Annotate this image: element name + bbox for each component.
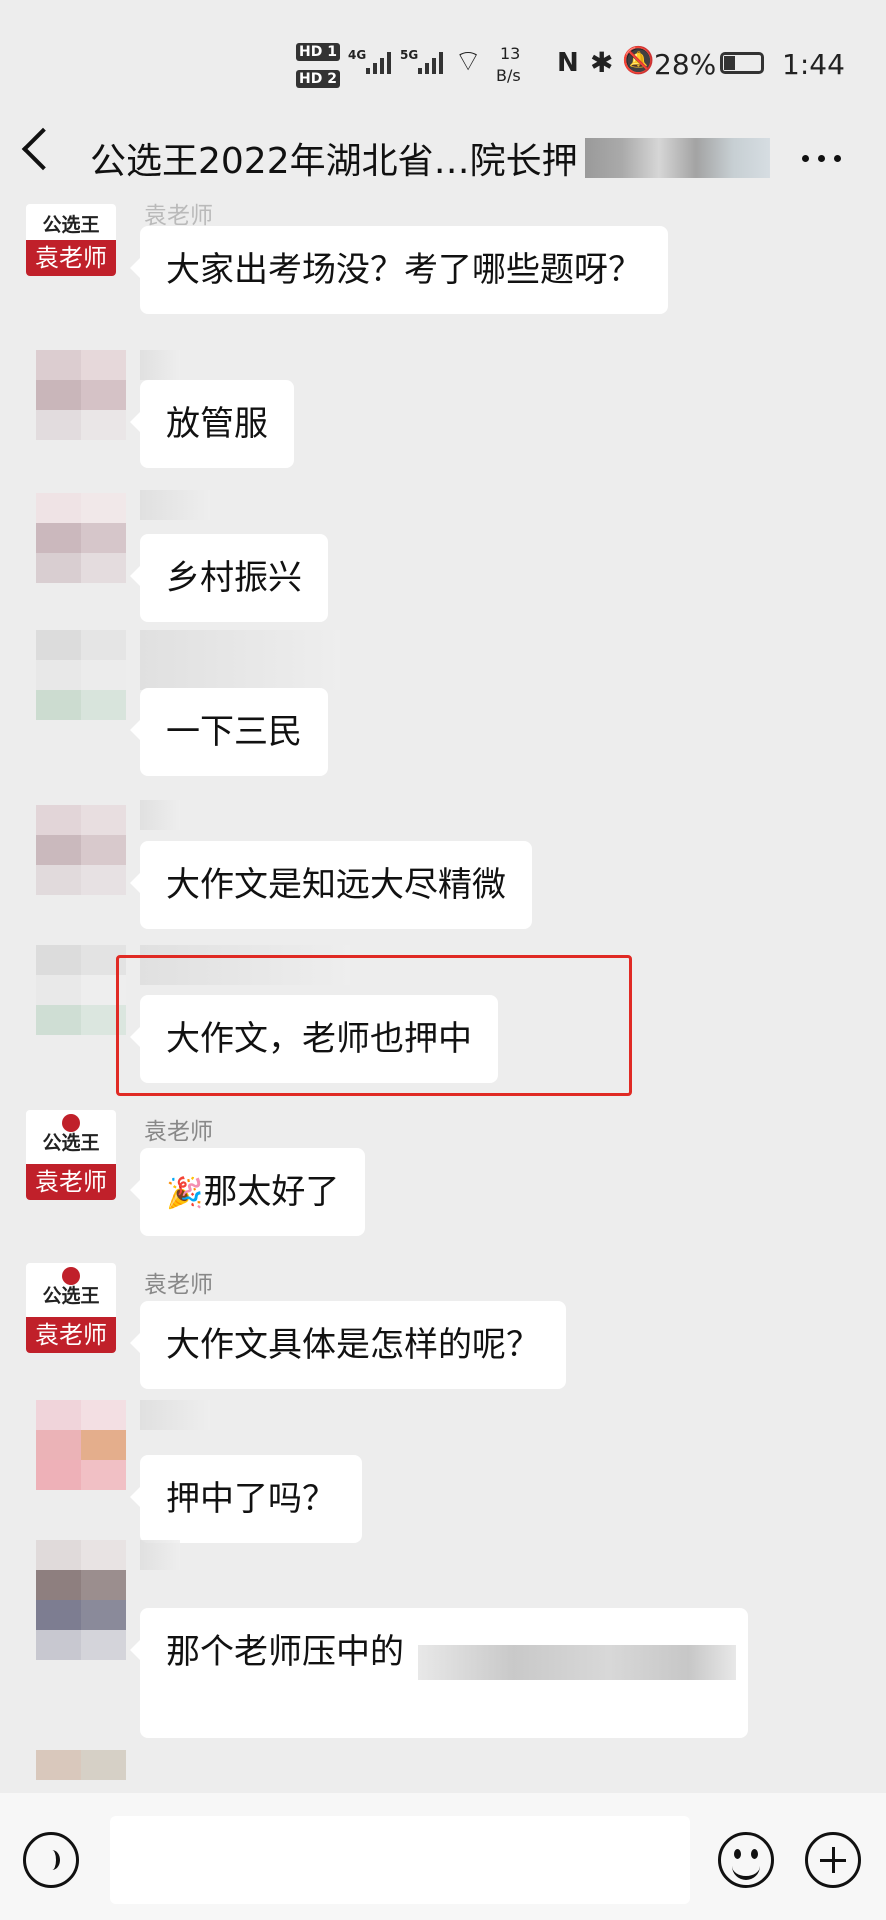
message-text: 那太好了: [203, 1172, 340, 1212]
sender-name: 袁老师: [144, 1272, 213, 1298]
message-bubble[interactable]: 放管服: [130, 380, 294, 468]
voice-icon[interactable]: [23, 1832, 79, 1888]
avatar[interactable]: [26, 1400, 126, 1490]
avatar[interactable]: [26, 630, 126, 720]
avatar-tag: 袁老师: [26, 240, 116, 276]
message-bubble[interactable]: 一下三民: [130, 688, 328, 776]
mute-bell-icon: 🔕: [622, 46, 655, 76]
brand-logo-icon: [62, 1114, 80, 1132]
signal-2-icon: [418, 52, 443, 74]
network-5g-label: 5G: [400, 48, 419, 62]
net-speed-value: 13: [500, 44, 521, 63]
nfc-icon: N: [557, 48, 579, 78]
message-blur: [418, 1645, 736, 1680]
sender-name-blur: [140, 1400, 210, 1430]
clock: 1:44: [782, 48, 845, 81]
avatar[interactable]: [26, 493, 126, 583]
message-bubble[interactable]: 大作文具体是怎样的呢？: [130, 1301, 566, 1389]
message-input[interactable]: [110, 1816, 690, 1904]
status-bar: HD 1 HD 2 4G 5G ⌔ 13 B/s N ✱ 🔕 28% 1:44: [0, 0, 886, 130]
hd2-badge: HD 2: [296, 70, 340, 88]
wifi-icon: ⌔: [454, 44, 483, 79]
message-bubble[interactable]: 大家出考场没？考了哪些题呀？: [130, 226, 668, 314]
sender-name: 袁老师: [144, 203, 213, 229]
highlight-box: [116, 955, 632, 1096]
emoji-icon[interactable]: [718, 1832, 774, 1888]
avatar[interactable]: [26, 1540, 126, 1660]
title-blur: [585, 138, 770, 178]
sender-name: 袁老师: [144, 1119, 213, 1145]
sender-name-blur: [140, 490, 210, 520]
message-bubble[interactable]: 🎉那太好了: [129, 1148, 366, 1236]
avatar-tag: 袁老师: [26, 1317, 116, 1353]
battery-icon: [720, 52, 764, 74]
network-4g-label: 4G: [348, 48, 367, 62]
avatar[interactable]: 公选王 袁老师: [26, 1263, 116, 1353]
hd1-badge: HD 1: [296, 43, 340, 61]
avatar[interactable]: 公选王 袁老师: [26, 204, 116, 276]
party-popper-emoji: 🎉: [166, 1176, 204, 1211]
sender-name-blur: [140, 1540, 180, 1570]
brand-logo-icon: [62, 1267, 80, 1285]
sender-name-blur: [140, 350, 180, 380]
avatar[interactable]: [26, 805, 126, 895]
avatar[interactable]: [26, 350, 126, 440]
battery-fill: [724, 56, 735, 70]
signal-1-icon: [366, 52, 391, 74]
plus-icon[interactable]: [805, 1832, 861, 1888]
message-bubble[interactable]: 押中了吗？: [130, 1455, 362, 1543]
sender-name-blur: [140, 630, 340, 690]
message-bubble[interactable]: 大作文是知远大尽精微: [130, 841, 532, 929]
chat-title: 公选王2022年湖北省…院长押: [90, 141, 578, 182]
avatar[interactable]: [26, 1750, 126, 1790]
avatar-brand: 公选王: [26, 1263, 116, 1319]
more-dots-icon[interactable]: [802, 155, 841, 162]
net-speed-unit: B/s: [496, 66, 521, 85]
avatar-brand: 公选王: [42, 214, 100, 236]
bluetooth-icon: ✱: [590, 46, 614, 79]
avatar[interactable]: [26, 945, 126, 1035]
avatar-brand: 公选王: [26, 1110, 116, 1166]
sender-name-blur: [140, 800, 180, 830]
avatar-tag: 袁老师: [26, 1164, 116, 1200]
avatar[interactable]: 公选王 袁老师: [26, 1110, 116, 1200]
battery-percent: 28%: [654, 48, 717, 81]
back-chevron-icon[interactable]: [21, 127, 65, 171]
message-bubble[interactable]: 乡村振兴: [130, 534, 328, 622]
